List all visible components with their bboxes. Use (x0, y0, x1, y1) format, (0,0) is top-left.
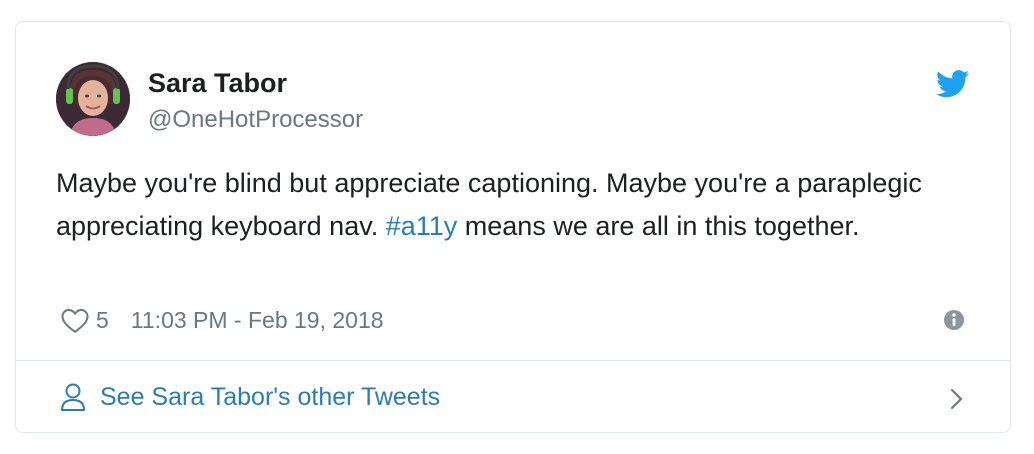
twitter-bird-icon[interactable] (935, 70, 970, 98)
person-icon (60, 382, 86, 412)
tweet-text-part: means we are all in this together. (457, 211, 860, 241)
author-handle[interactable]: @OneHotProcessor (148, 106, 363, 134)
chevron-right-icon[interactable] (948, 385, 966, 413)
timestamp[interactable]: 11:03 PM - Feb 19, 2018 (131, 307, 384, 334)
tweet-header: Sara Tabor @OneHotProcessor (56, 62, 970, 136)
info-icon[interactable] (942, 308, 966, 332)
avatar[interactable] (56, 62, 130, 136)
heart-icon[interactable] (60, 306, 90, 334)
tweet-card: Sara Tabor @OneHotProcessor Maybe you're… (15, 21, 1011, 433)
other-tweets-link[interactable]: See Sara Tabor's other Tweets (16, 361, 1010, 433)
tweet-text: Maybe you're blind but appreciate captio… (56, 162, 966, 248)
other-tweets-label[interactable]: See Sara Tabor's other Tweets (100, 383, 440, 412)
like-count[interactable]: 5 (96, 307, 109, 334)
author-name[interactable]: Sara Tabor (148, 68, 287, 98)
hashtag-link[interactable]: #a11y (386, 211, 458, 241)
tweet-meta: 5 11:03 PM - Feb 19, 2018 (60, 302, 966, 338)
